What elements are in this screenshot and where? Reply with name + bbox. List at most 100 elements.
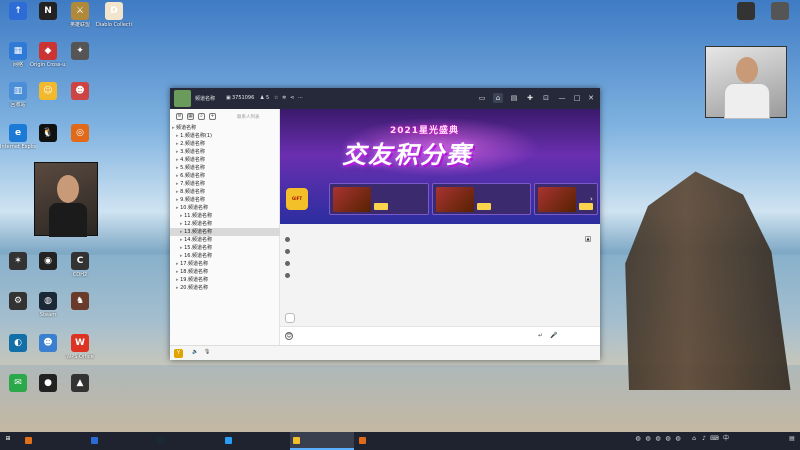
- channel-item[interactable]: ▸ 19.频道名称: [170, 276, 280, 284]
- banner-card-button[interactable]: [476, 203, 491, 210]
- send-button[interactable]: [574, 332, 594, 341]
- desktop-icon[interactable]: N: [30, 0, 66, 44]
- desktop-icon[interactable]: ✦: [62, 40, 98, 84]
- channel-item[interactable]: ▸ 10.频道名称: [170, 204, 280, 212]
- desktop-icon[interactable]: ◍ Steam: [30, 290, 66, 334]
- start-icon[interactable]: ⊞: [4, 435, 12, 443]
- desktop-icon-image: ☻: [39, 334, 57, 352]
- star-icon[interactable]: ☆: [274, 95, 278, 101]
- game-icon[interactable]: ✚: [525, 93, 535, 103]
- banner-card[interactable]: [534, 183, 598, 215]
- desktop-icon[interactable]: ☻: [62, 80, 98, 124]
- channel-item[interactable]: ▸ 9.频道名称: [170, 196, 280, 204]
- desktop-icon[interactable]: ◎: [62, 122, 98, 166]
- channel-item[interactable]: ▸ 频道名称: [170, 124, 280, 132]
- settings-icon[interactable]: ✲: [282, 95, 286, 101]
- channel-avatar[interactable]: [174, 90, 191, 107]
- tray-icon-3[interactable]: ◍: [654, 435, 662, 443]
- volume-icon[interactable]: ♪: [700, 435, 708, 443]
- desktop-icon[interactable]: ☻: [30, 332, 66, 376]
- tray-icon-5[interactable]: ◍: [674, 435, 682, 443]
- contacts-label[interactable]: 联系人列表: [237, 114, 260, 120]
- desktop-icon-image: D: [105, 2, 123, 20]
- tray-icon-2[interactable]: ◍: [644, 435, 652, 443]
- desktop-icon[interactable]: ♞: [62, 290, 98, 334]
- close-icon[interactable]: ✕: [586, 93, 596, 103]
- search-icon[interactable]: ⌕: [198, 113, 205, 120]
- taskbar-item[interactable]: [154, 432, 220, 450]
- channel-item[interactable]: ▸ 11.频道名称: [170, 212, 280, 220]
- share-icon[interactable]: ⋖: [290, 95, 294, 101]
- desktop-icon-image: ↑: [9, 2, 27, 20]
- channel-item[interactable]: ▸ 17.频道名称: [170, 260, 280, 268]
- taskbar-item[interactable]: [88, 432, 152, 450]
- banner-card[interactable]: [282, 183, 326, 215]
- desktop-icon[interactable]: ☺: [30, 80, 66, 124]
- banner-card-button[interactable]: [373, 203, 388, 210]
- maximize-icon[interactable]: □: [572, 93, 582, 103]
- list-icon[interactable]: ≡: [176, 113, 183, 120]
- notification-icon[interactable]: ▤: [788, 435, 796, 443]
- desktop-icon[interactable]: W WPS Office: [62, 332, 98, 376]
- screen-icon[interactable]: ▤: [509, 93, 519, 103]
- channel-item[interactable]: ▸ 16.频道名称: [170, 252, 280, 260]
- taskbar-item[interactable]: [22, 432, 86, 450]
- grid-icon[interactable]: ▦: [187, 113, 194, 120]
- message-input[interactable]: [300, 331, 520, 342]
- mic-icon[interactable]: 🎤: [550, 332, 557, 339]
- channel-item[interactable]: ▸ 5.频道名称: [170, 164, 280, 172]
- desktop-icon[interactable]: D Diablo Collection: [96, 0, 132, 44]
- channel-item[interactable]: ▸ 1.频道名称(1): [170, 132, 280, 140]
- channel-item[interactable]: ▸ 14.频道名称: [170, 236, 280, 244]
- tray-icon-1[interactable]: ◍: [634, 435, 642, 443]
- tray-icon-4[interactable]: ◍: [664, 435, 672, 443]
- desktop-icon[interactable]: ⚔ 英雄联盟: [62, 0, 98, 44]
- desktop-icon[interactable]: ▲: [62, 372, 98, 416]
- channel-item[interactable]: ▸ 12.频道名称: [170, 220, 280, 228]
- more-icon[interactable]: ⋯: [298, 95, 303, 101]
- channel-item[interactable]: ▸ 6.频道名称: [170, 172, 280, 180]
- desktop-icon-image: ◐: [9, 334, 27, 352]
- desktop-icon[interactable]: ◉: [30, 250, 66, 294]
- desktop-icon-image: ◉: [39, 252, 57, 270]
- network-icon[interactable]: ⌂: [690, 435, 698, 443]
- desktop-icon[interactable]: 🐧: [30, 122, 66, 166]
- banner-card-thumbnail: [435, 187, 474, 212]
- channel-item[interactable]: ▸ 13.频道名称: [170, 228, 280, 236]
- enter-icon[interactable]: ↵: [538, 332, 543, 339]
- taskbar-item[interactable]: [222, 432, 288, 450]
- input-method-icon[interactable]: 中: [722, 435, 730, 443]
- event-banner[interactable]: 2021星光盛典 交友积分赛 GIFT ›: [280, 109, 600, 224]
- taskbar-item[interactable]: [290, 432, 354, 450]
- desktop-icon[interactable]: C COH2: [62, 250, 98, 294]
- channel-item[interactable]: ▸ 4.频道名称: [170, 156, 280, 164]
- mic-toggle-icon[interactable]: 🎙: [204, 349, 210, 355]
- channel-item[interactable]: ▸ 3.频道名称: [170, 148, 280, 156]
- banner-card-button[interactable]: [579, 203, 594, 210]
- desktop-icon[interactable]: [762, 0, 798, 44]
- channel-item[interactable]: ▸ 7.频道名称: [170, 180, 280, 188]
- minimize-icon[interactable]: —: [557, 93, 567, 103]
- banner-next-icon[interactable]: ›: [590, 195, 593, 203]
- channel-item[interactable]: ▸ 8.频道名称: [170, 188, 280, 196]
- speaker-icon[interactable]: 🔈: [192, 349, 198, 355]
- home-icon[interactable]: ⌂: [493, 93, 503, 103]
- video-icon[interactable]: ▭: [477, 93, 487, 103]
- desktop-icon[interactable]: ◆ Origin Cross-up: [30, 40, 66, 84]
- banner-card[interactable]: [328, 183, 429, 215]
- quick-reply-button[interactable]: [285, 313, 295, 323]
- channel-item[interactable]: ▸ 2.频道名称: [170, 140, 280, 148]
- channel-item[interactable]: ▸ 20.频道名称: [170, 284, 280, 292]
- desktop-icon[interactable]: ●: [30, 372, 66, 416]
- minimize-to-tray-icon[interactable]: ⊡: [541, 93, 551, 103]
- desktop-icon[interactable]: [728, 0, 764, 44]
- add-icon[interactable]: +: [209, 113, 216, 120]
- emoji-icon[interactable]: ☺: [285, 332, 293, 340]
- channel-item[interactable]: ▸ 15.频道名称: [170, 244, 280, 252]
- window-bottombar: Y 🔈 🎙: [170, 345, 600, 360]
- webcam-overlay-right: [705, 46, 787, 119]
- channel-item[interactable]: ▸ 18.频道名称: [170, 268, 280, 276]
- banner-card[interactable]: [431, 183, 532, 215]
- keyboard-icon[interactable]: ⌨: [710, 435, 719, 443]
- taskbar-item[interactable]: [356, 432, 406, 450]
